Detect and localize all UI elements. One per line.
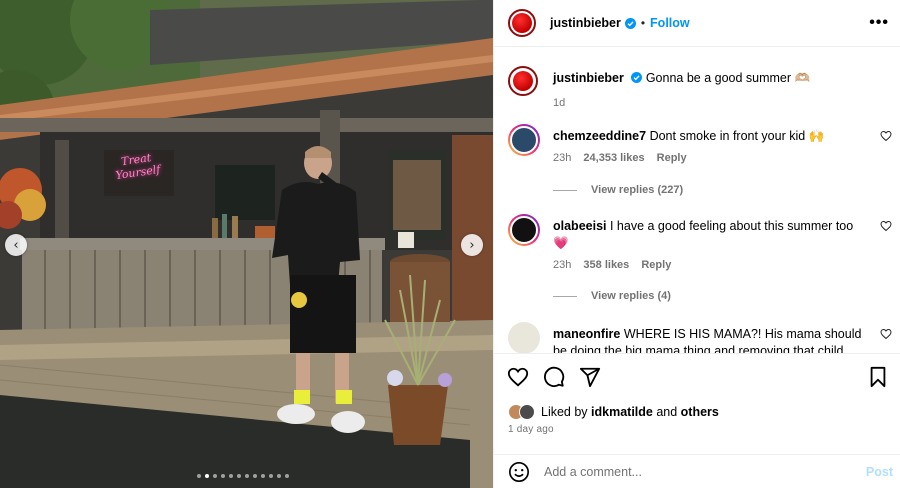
post-panel: justinbieber • Follow ••• justinbieber G… <box>493 0 900 488</box>
carousel-dot <box>237 474 241 478</box>
carousel-dot <box>253 474 257 478</box>
carousel-dot <box>245 474 249 478</box>
reply-button[interactable]: Reply <box>641 259 671 271</box>
caption-username[interactable]: justinbieber <box>553 71 624 85</box>
replies-divider <box>553 295 577 297</box>
post-photo: Treat Yourself ‹ › <box>0 0 493 488</box>
author-avatar[interactable] <box>508 9 536 37</box>
view-replies-button[interactable]: View replies (4) <box>553 290 671 302</box>
carousel-dot <box>285 474 289 478</box>
carousel-dot <box>213 474 217 478</box>
carousel-prev-button[interactable]: ‹ <box>5 234 27 256</box>
comment-username[interactable]: maneonfire <box>553 327 620 341</box>
comment-username[interactable]: olabeeisi <box>553 219 607 233</box>
share-icon[interactable] <box>579 366 601 388</box>
add-comment-bar: Post <box>494 454 900 488</box>
comment-heart-icon[interactable] <box>880 130 892 142</box>
carousel-dot <box>221 474 225 478</box>
reply-button[interactable]: Reply <box>657 152 687 164</box>
author-username[interactable]: justinbieber <box>550 16 621 30</box>
liked-by-user[interactable]: idkmatilde <box>591 405 653 419</box>
liked-by-prefix: Liked by <box>541 405 592 419</box>
comments-list: justinbieber Gonna be a good summer 🫶🏼 1… <box>494 48 900 353</box>
carousel-dot <box>261 474 265 478</box>
comment-likes[interactable]: 24,353 likes <box>583 152 644 164</box>
comment-heart-icon[interactable] <box>880 328 892 340</box>
comment-likes[interactable]: 358 likes <box>583 259 629 271</box>
liked-by-others[interactable]: others <box>681 405 719 419</box>
post-actions: Liked by idkmatilde and others 1 day ago… <box>494 353 900 488</box>
comment-age: 23h <box>553 152 572 164</box>
comment-age: 23h <box>553 259 572 271</box>
view-replies-button[interactable]: View replies (227) <box>553 184 683 196</box>
caption-avatar[interactable] <box>508 66 538 96</box>
comment-icon[interactable] <box>543 366 565 388</box>
post-time[interactable]: 1 day ago <box>508 424 554 435</box>
view-replies-label: View replies (4) <box>591 290 671 302</box>
caption-age: 1d <box>553 97 566 109</box>
bookmark-icon[interactable] <box>867 366 889 388</box>
commenter-avatar[interactable] <box>508 214 540 246</box>
more-icon[interactable]: ••• <box>869 14 889 32</box>
commenter-avatar[interactable] <box>508 124 540 156</box>
comment-input[interactable] <box>544 465 844 479</box>
liked-by: Liked by idkmatilde and others <box>508 404 719 420</box>
verified-icon <box>631 72 643 83</box>
emoji-icon[interactable] <box>508 461 530 483</box>
carousel-dot <box>205 474 209 478</box>
liked-by-and: and <box>652 405 681 419</box>
liker-avatar <box>519 404 535 420</box>
carousel-next-button[interactable]: › <box>461 234 483 256</box>
carousel-dot <box>269 474 273 478</box>
photo-scene <box>0 0 493 488</box>
carousel-dots <box>197 474 289 478</box>
carousel-dot <box>197 474 201 478</box>
comment-heart-icon[interactable] <box>880 220 892 232</box>
comment-username[interactable]: chemzeeddine7 <box>553 129 646 143</box>
post-comment-button[interactable]: Post <box>866 465 893 479</box>
heart-icon[interactable] <box>507 366 529 388</box>
follow-button[interactable]: Follow <box>650 16 690 30</box>
commenter-avatar[interactable] <box>508 322 540 353</box>
header-separator: • <box>640 16 646 30</box>
carousel-dot <box>229 474 233 478</box>
caption-text: Gonna be a good summer 🫶🏼 <box>645 71 811 85</box>
post-header: justinbieber • Follow ••• <box>494 0 900 47</box>
verified-icon <box>624 17 636 29</box>
carousel-dot <box>277 474 281 478</box>
replies-divider <box>553 189 577 191</box>
view-replies-label: View replies (227) <box>591 184 684 196</box>
comment-text: Dont smoke in front your kid 🙌 <box>649 129 825 143</box>
